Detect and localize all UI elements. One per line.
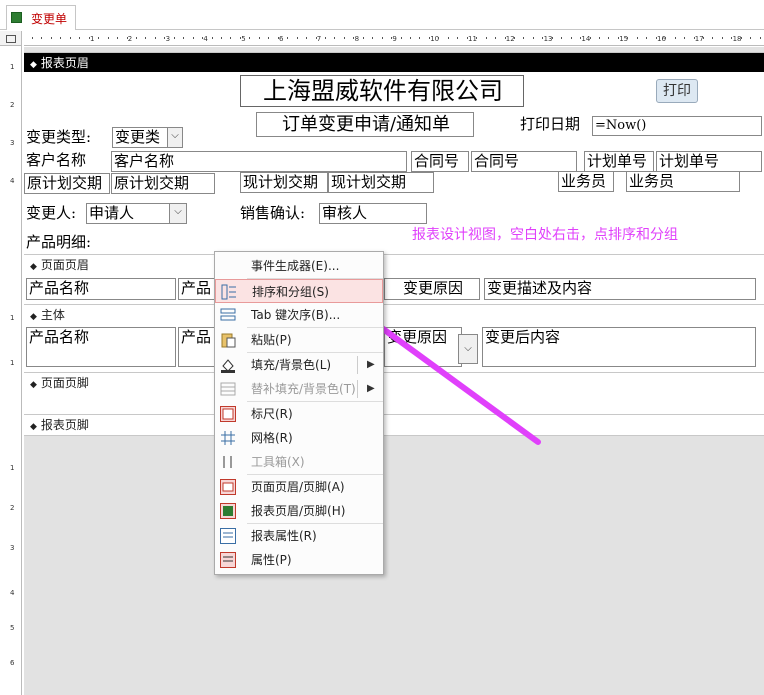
- event-builder-icon: [220, 258, 236, 274]
- report-properties-icon: [220, 528, 236, 544]
- context-menu-item-label: 替补填充/背景色(T): [251, 382, 356, 396]
- context-menu-item[interactable]: 报表页眉/页脚(H): [215, 499, 383, 523]
- context-menu-item-label: 页面页眉/页脚(A): [251, 480, 345, 494]
- paste-icon: [220, 332, 236, 348]
- toolbox-icon: [220, 454, 236, 470]
- context-menu-item[interactable]: 属性(P): [215, 548, 383, 572]
- context-menu-item-label: 排序和分组(S): [252, 285, 329, 299]
- context-menu-item-label: 标尺(R): [251, 407, 293, 421]
- context-menu-item-label: 粘贴(P): [251, 333, 292, 347]
- report-header-footer-icon: [220, 503, 236, 519]
- context-menu-item[interactable]: 报表属性(R): [215, 524, 383, 548]
- context-menu-item[interactable]: 页面页眉/页脚(A): [215, 475, 383, 499]
- context-menu-item[interactable]: 网格(R): [215, 426, 383, 450]
- context-menu-item-label: 工具箱(X): [251, 455, 305, 469]
- context-menu-item-label: 事件生成器(E)...: [251, 259, 340, 273]
- context-menu-item[interactable]: 填充/背景色(L) ▶: [215, 353, 383, 377]
- context-menu-item[interactable]: 标尺(R): [215, 402, 383, 426]
- context-menu-item: 工具箱(X): [215, 450, 383, 474]
- context-menu-item[interactable]: 事件生成器(E)...: [215, 254, 383, 278]
- alt-fill-color-icon: [220, 381, 236, 397]
- tab-order-icon: [220, 307, 236, 323]
- fill-color-icon: [220, 357, 236, 373]
- submenu-arrow-icon: ▶: [367, 359, 375, 370]
- properties-icon: [220, 552, 236, 568]
- context-menu-item[interactable]: 排序和分组(S): [215, 279, 383, 303]
- submenu-divider: [357, 380, 358, 398]
- submenu-arrow-icon: ▶: [367, 383, 375, 394]
- ruler-icon: [220, 406, 236, 422]
- context-menu: 事件生成器(E)... 排序和分组(S) Tab 键次序(B)... 粘贴(P) 填充/…: [214, 251, 384, 575]
- context-menu-item-label: 属性(P): [251, 553, 292, 567]
- sort-group-icon: [221, 284, 237, 300]
- context-menu-item: 替补填充/背景色(T) ▶: [215, 377, 383, 401]
- context-menu-item-label: 网格(R): [251, 431, 293, 445]
- submenu-divider: [357, 356, 358, 374]
- page-header-footer-icon: [220, 479, 236, 495]
- context-menu-item-label: 填充/背景色(L): [251, 358, 332, 372]
- context-menu-item-label: 报表属性(R): [251, 529, 317, 543]
- context-menu-item[interactable]: 粘贴(P): [215, 328, 383, 352]
- context-menu-item[interactable]: Tab 键次序(B)...: [215, 303, 383, 327]
- context-menu-item-label: 报表页眉/页脚(H): [251, 504, 346, 518]
- grid-icon: [220, 430, 236, 446]
- context-menu-item-label: Tab 键次序(B)...: [251, 308, 341, 322]
